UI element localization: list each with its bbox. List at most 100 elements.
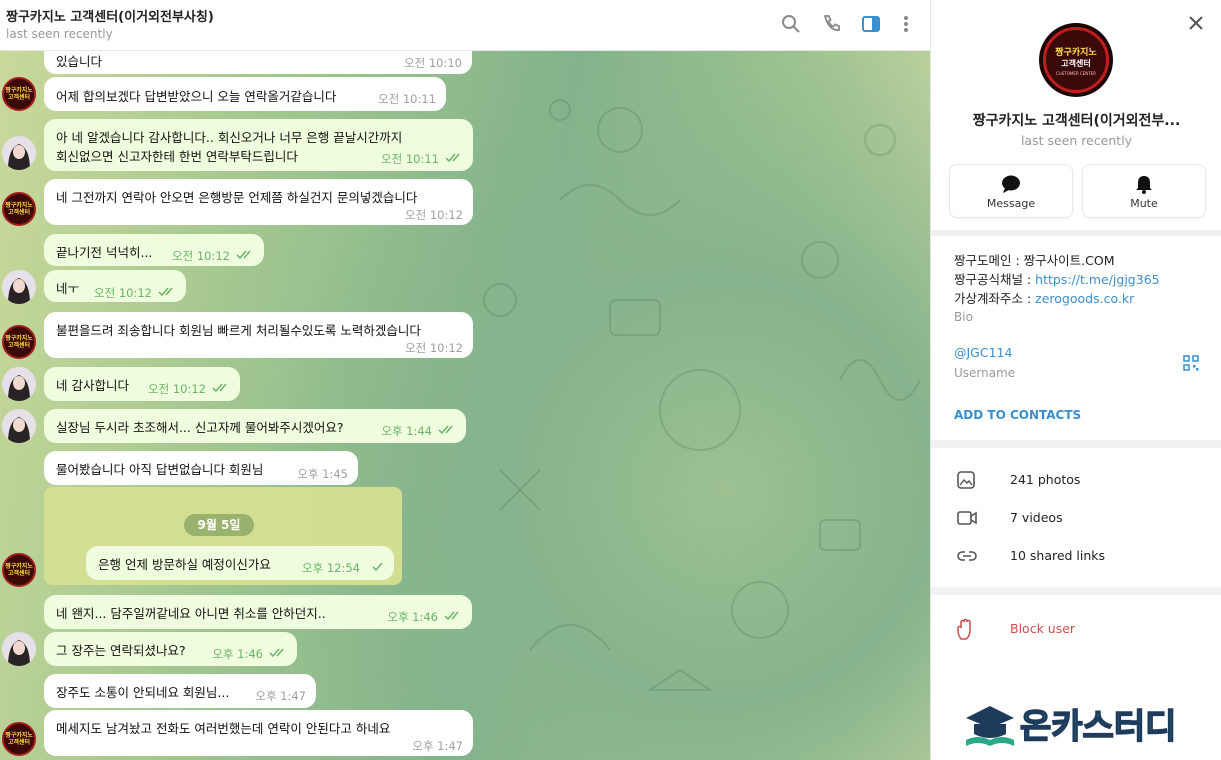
message-bubble[interactable]: 네 감사합니다 오전 10:12 [44,367,240,401]
message-bubble[interactable]: 물어봤습니다 아직 답변없습니다 회원님 오후 1:45 [44,451,358,485]
avatar[interactable]: 짱구카지노 고객센터 [2,192,36,226]
message-text: 불편을드려 죄송합니다 회원님 빠르게 처리될수있도록 노력하겠습니다 [56,323,421,338]
message-time: 오후 1:47 [412,739,463,753]
message-text: 네 왠지... 담주일꺼같네요 아니면 취소를 안하던지.. [56,606,326,621]
message-text: 메세지도 남겨놨고 전화도 여러번했는데 연락이 안된다고 하네요 [56,721,391,736]
watermark-logo: 온카스터디 [962,698,1212,750]
message-text: 그 장주는 연락되셨나요? [56,643,186,658]
avatar[interactable]: 짱구카지노 고객센터 [2,553,36,587]
message-bubble[interactable]: 아 네 알겠습니다 감사합니다.. 회신오거나 너무 은행 끝날시간까지 회신없… [44,119,473,171]
avatar-logo-text: 짱구카지노 고객센터 [5,87,33,101]
message-bubble[interactable]: 불편을드려 죄송합니다 회원님 빠르게 처리될수있도록 노력하겠습니다 오전 1… [44,312,473,358]
message-time: 오전 10:12 [94,286,152,300]
block-user-label: Block user [1010,621,1076,636]
avatar[interactable]: 짱구카지노 고객센터 [2,77,36,111]
chat-pane: 짱구카지노 고객센터(이거외전부사칭) last seen recently 있… [0,0,930,760]
message-text: 은행 언제 방문하실 예정이신가요 [98,557,271,572]
message-bubble[interactable]: 은행 언제 방문하실 예정이신가요 오후 12:54 [86,546,394,580]
close-icon[interactable] [1185,12,1207,34]
videos-row[interactable]: 7 videos [931,500,1221,536]
sidebar-toggle-icon[interactable] [860,13,882,35]
avatar[interactable]: 짱구카지노 고객센터 [2,722,36,756]
divider [931,440,1221,448]
message-time: 오후 12:54 [302,561,360,575]
double-check-icon [212,383,227,393]
message-bubble[interactable]: 그 장주는 연락되셨나요? 오후 1:46 [44,632,297,666]
message-text: 있습니다 [56,54,103,69]
username-value[interactable]: @JGC114 [954,345,1012,360]
avatar[interactable]: 짱구카지노 고객센터 [2,325,36,359]
message-text: 아 네 알겠습니다 감사합니다.. 회신오거나 너무 은행 끝날시간까지 [56,130,403,145]
message-time: 오전 10:11 [378,92,436,106]
qr-code-icon[interactable] [1183,355,1199,375]
search-icon[interactable] [780,13,802,35]
account-link[interactable]: zerogoods.co.kr [1035,291,1134,306]
channel-link[interactable]: https://t.me/jgjg365 [1035,272,1159,287]
message-time: 오후 1:45 [297,467,348,481]
message-time: 오전 10:12 [148,382,206,396]
block-user-row[interactable]: Block user [931,611,1221,647]
avatar[interactable] [2,367,36,401]
links-row[interactable]: 10 shared links [931,538,1221,574]
mute-button-label: Mute [1130,197,1158,210]
double-check-icon [236,250,251,260]
message-text: 어제 합의보겠다 답변받았으니 오늘 연락올거같습니다 [56,89,337,104]
double-check-icon [269,648,284,658]
bio-label-text: 짱구공식채널 : [954,272,1036,287]
avatar-logo-text: 짱구카지노 고객센터 [5,732,33,746]
message-bubble[interactable]: 메세지도 남겨놨고 전화도 여러번했는데 연락이 안된다고 하네요 오후 1:4… [44,710,473,756]
message-bubble[interactable]: 네ㅜ 오전 10:12 [44,270,186,302]
double-check-icon [445,153,460,163]
profile-status: last seen recently [1020,133,1133,148]
profile-avatar[interactable]: 짱구카지노 고객센터 CUSTOMER CENTER [1039,23,1113,97]
divider [931,587,1221,595]
message-time: 오전 10:12 [405,208,463,222]
bio-line: 짱구공식채널 : https://t.me/jgjg365 [954,269,1160,288]
avatar[interactable] [2,409,36,443]
avatar[interactable] [2,632,36,666]
profile-name: 짱구카지노 고객센터(이거외전부... [972,113,1181,129]
message-text: 끝나기전 넉넉히... [56,245,153,260]
message-time: 오후 1:46 [387,610,438,624]
message-time: 오전 10:12 [405,341,463,355]
links-count: 10 shared links [1010,548,1106,563]
message-text: 장주도 소통이 안되네요 회원님... [56,685,230,700]
username-caption: Username [954,366,1016,380]
avatar[interactable] [2,136,36,170]
chat-title[interactable]: 짱구카지노 고객센터(이거외전부사칭) [6,6,214,25]
message-bubble[interactable]: 끝나기전 넉넉히... 오전 10:12 [44,234,264,266]
avatar[interactable] [2,270,36,304]
videos-count: 7 videos [1010,510,1063,525]
message-bubble[interactable]: 네 그전까지 연락아 안오면 은행방문 언제쯤 하실건지 문의넣겠습니다 오전 … [44,179,473,225]
photos-row[interactable]: 241 photos [931,462,1221,498]
message-button[interactable]: Message [949,164,1073,218]
message-text: 회신없으면 신고자한테 한번 연락부탁드립니다 [56,149,298,164]
double-check-icon [158,287,173,297]
message-text: 네 그전까지 연락아 안오면 은행방문 언제쯤 하실건지 문의넣겠습니다 [56,190,418,205]
avatar-logo-text: 짱구카지노 고객센터 [5,202,33,216]
bell-icon [1136,176,1152,194]
divider [931,230,1221,236]
message-text: 네 감사합니다 [56,378,129,393]
check-icon [372,562,383,572]
phone-icon[interactable] [820,13,842,35]
message-bubble[interactable]: 장주도 소통이 안되네요 회원님... 오후 1:47 [44,674,316,708]
message-text: 실장님 두시라 초조해서... 신고자께 물어봐주시겠어요? [56,420,344,435]
mute-button[interactable]: Mute [1082,164,1206,218]
more-options-icon[interactable] [895,13,917,35]
message-bubble[interactable]: 네 왠지... 담주일꺼같네요 아니면 취소를 안하던지.. 오후 1:46 [44,595,472,629]
watermark-text: 온카스터디 [1020,707,1176,747]
message-bubble[interactable]: 실장님 두시라 초조해서... 신고자께 물어봐주시겠어요? 오후 1:44 [44,409,466,443]
profile-sidebar: 짱구카지노 고객센터 CUSTOMER CENTER 짱구카지노 고객센터(이거… [930,0,1221,760]
bio-line: 가상계좌주소 : zerogoods.co.kr [954,288,1134,307]
message-text: 물어봤습니다 아직 답변없습니다 회원님 [56,462,264,477]
link-icon [957,551,977,561]
message-bubble[interactable]: 어제 합의보겠다 답변받았으니 오늘 연락올거같습니다 오전 10:11 [44,77,446,111]
chat-header: 짱구카지노 고객센터(이거외전부사칭) last seen recently [0,0,930,51]
message-time: 오전 10:11 [381,152,439,166]
date-separator: 9월 5일 [184,514,254,536]
add-to-contacts-button[interactable]: ADD TO CONTACTS [954,408,1081,422]
message-bubble[interactable]: 있습니다 오전 10:10 [44,50,472,74]
avatar-logo-text: 짱구카지노 고객센터 [5,335,33,349]
hand-stop-icon [957,619,971,640]
